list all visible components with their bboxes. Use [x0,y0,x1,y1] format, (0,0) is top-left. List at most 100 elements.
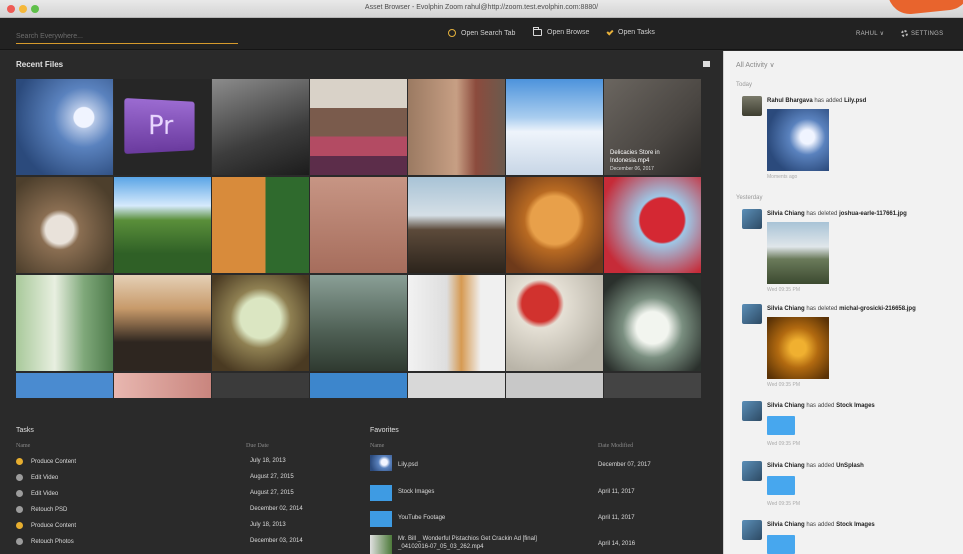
task-row[interactable]: Produce Content [16,522,76,529]
thumb-heart[interactable] [604,177,701,273]
open-search-tab-button[interactable]: Open Search Tab [448,29,515,37]
check-icon [606,27,614,36]
folder-icon[interactable] [767,535,795,554]
task-row[interactable]: Retouch Photos [16,538,74,545]
premiere-logo: Pr [124,97,195,155]
task-row[interactable]: Edit Video [16,490,58,497]
task-name: Produce Content [31,458,77,465]
task-status-icon [16,490,23,497]
search-tab-icon [448,29,456,37]
settings-label: SETTINGS [911,31,944,38]
activity-sidebar: All Activity ∨ Today Rahul Bhargava has … [723,51,963,554]
task-name: Retouch Photos [31,538,74,545]
favorite-name[interactable]: YouTube Footage [398,515,445,521]
window-title: Asset Browser - Evolphin Zoom rahul@http… [364,4,599,11]
favorite-date: April 14, 2016 [598,541,636,547]
task-row[interactable]: Retouch PSD [16,506,67,513]
user-menu[interactable]: RAHUL ∨ [856,30,884,37]
thumb-lily[interactable] [16,79,113,175]
search-input[interactable]: Search Everywhere... [16,32,238,44]
activity-time: Wed 09:35 PM [767,287,800,293]
task-row[interactable]: Produce Content [16,458,76,465]
activity-filter[interactable]: All Activity ∨ [736,61,775,69]
task-status-icon [16,474,23,481]
thumb-teddy[interactable] [506,177,603,273]
task-due: December 03, 2014 [250,538,303,544]
task-name: Edit Video [31,474,59,481]
thumb-sand[interactable] [310,177,407,273]
thumb-valley[interactable] [114,177,211,273]
thumb-dancer[interactable] [310,275,407,371]
thumb-light-1[interactable] [408,373,505,398]
thumb-snow[interactable] [506,79,603,175]
main-content: Recent Files Pr Delicacies Store in Indo… [0,51,723,554]
thumb-umbrella[interactable] [506,275,603,371]
thumb-crystal-ball[interactable] [212,275,309,371]
thumb-dark-2[interactable] [604,373,701,398]
task-due: August 27, 2015 [250,474,294,480]
thumb-hipster[interactable] [408,275,505,371]
thumb-sky-1[interactable] [16,373,113,398]
open-tasks-button[interactable]: Open Tasks [606,27,655,36]
favorite-thumb[interactable] [370,455,392,471]
favorite-name[interactable]: Stock Images [398,489,434,495]
folder-icon [533,27,542,36]
thumb-market[interactable] [310,79,407,175]
grid-view-icon[interactable] [703,61,710,67]
thumb-dark-1[interactable] [212,373,309,398]
favorite-date: April 11, 2017 [598,489,635,495]
window-titlebar: Asset Browser - Evolphin Zoom rahul@http… [0,0,963,18]
avatar [742,96,762,116]
activity-time: Wed 09:35 PM [767,501,800,507]
thumb-cliff[interactable] [408,177,505,273]
open-tasks-label: Open Tasks [618,29,655,36]
activity-text: Silvia Chiang has added Stock Images [767,522,875,528]
favorite-name[interactable]: Mr. Bill _ Wonderful Pistachios Get Crac… [398,536,537,542]
folder-icon[interactable] [767,416,795,435]
tasks-title: Tasks [16,427,34,434]
open-browse-button[interactable]: Open Browse [533,27,590,36]
activity-day-today: Today [736,82,753,88]
thumb-rocks[interactable] [212,79,309,175]
activity-text: Silvia Chiang has added Stock Images [767,403,875,409]
task-name: Edit Video [31,490,59,497]
thumb-premiere[interactable]: Pr [114,79,211,175]
thumb-forest[interactable] [16,275,113,371]
corner-decoration [888,0,963,17]
thumb-light-2[interactable] [506,373,603,398]
avatar [742,520,762,540]
activity-text: Silvia Chiang has added UnSplash [767,463,864,469]
favorite-name[interactable]: Lily.psd [398,462,418,468]
favorite-date: December 07, 2017 [598,462,651,468]
thumb-squirrel[interactable] [16,177,113,273]
favorites-col-modified: Date Modified [598,443,634,449]
gear-icon [901,30,908,37]
thumb-date: December 06, 2017 [610,166,654,172]
thumb-video[interactable]: Delicacies Store in Indonesia.mp4 Decemb… [604,79,701,175]
avatar [742,304,762,324]
settings-button[interactable]: SETTINGS [901,30,943,37]
thumb-cave-bride[interactable] [604,275,701,371]
folder-icon[interactable] [370,485,392,501]
task-status-icon [16,522,23,529]
thumb-tiger[interactable] [212,177,309,273]
recent-files-grid: Pr Delicacies Store in Indonesia.mp4 Dec… [16,79,706,398]
task-status-icon [16,506,23,513]
activity-text: Silvia Chiang has deleted joshua-earle-1… [767,211,907,217]
activity-thumb[interactable] [767,109,829,171]
favorite-thumb[interactable] [370,535,392,554]
folder-icon[interactable] [767,476,795,495]
task-row[interactable]: Edit Video [16,474,58,481]
activity-thumb[interactable] [767,317,829,379]
open-browse-label: Open Browse [547,29,590,36]
activity-time: Wed 09:35 PM [767,441,800,447]
thumb-fashion[interactable] [408,79,505,175]
thumb-sunset[interactable] [114,275,211,371]
thumb-sky-2[interactable] [310,373,407,398]
task-due: December 02, 2014 [250,506,303,512]
favorites-title: Favorites [370,427,399,434]
folder-icon[interactable] [370,511,392,527]
tasks-col-name: Name [16,443,31,449]
activity-thumb[interactable] [767,222,829,284]
thumb-portrait[interactable] [114,373,211,398]
